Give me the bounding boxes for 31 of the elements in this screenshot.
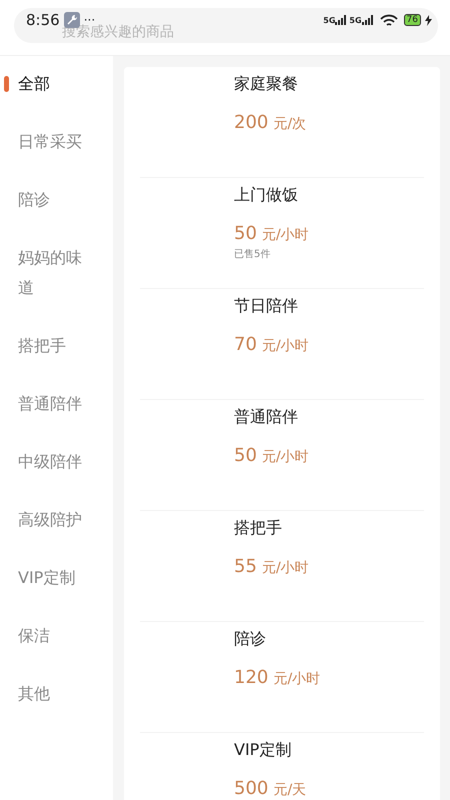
status-time: 8:56 [26, 10, 60, 31]
category-item[interactable]: 妈妈的味道 [0, 243, 90, 303]
category-item[interactable]: 普通陪伴 [0, 389, 90, 419]
product-price: 50 元/小时 [234, 222, 309, 246]
battery-level: 76 [404, 14, 421, 26]
sold-count: 已售5件 [234, 248, 272, 262]
product-title: VIP定制 [234, 739, 292, 761]
category-item[interactable]: 高级陪护 [0, 505, 90, 535]
network-label: 5G [323, 17, 336, 26]
category-item[interactable]: 保洁 [0, 621, 90, 651]
product-title: 节日陪伴 [234, 295, 299, 317]
product-price: 500 元/天 [234, 777, 306, 800]
category-item[interactable]: 全部 [0, 69, 90, 99]
product-title: 上门做饭 [234, 184, 299, 206]
category-item[interactable]: 搭把手 [0, 331, 90, 361]
category-item[interactable]: 其他 [0, 679, 90, 709]
product-title: 陪诊 [234, 628, 267, 650]
notification-dots: ··· [84, 12, 96, 28]
product-price: 70 元/小时 [234, 333, 309, 357]
product-price: 200 元/次 [234, 111, 306, 135]
category-item[interactable]: VIP定制 [0, 563, 90, 593]
product-title: 搭把手 [234, 517, 283, 539]
category-item[interactable]: 陪诊 [0, 185, 90, 215]
product-title: 普通陪伴 [234, 406, 299, 428]
network-label: 5G [349, 17, 362, 26]
product-title: 家庭聚餐 [234, 73, 299, 95]
product-price: 120 元/小时 [234, 666, 320, 690]
category-item[interactable]: 日常采买 [0, 127, 90, 157]
product-price: 55 元/小时 [234, 555, 309, 579]
product-price: 50 元/小时 [234, 444, 309, 468]
category-item[interactable]: 中级陪伴 [0, 447, 90, 477]
